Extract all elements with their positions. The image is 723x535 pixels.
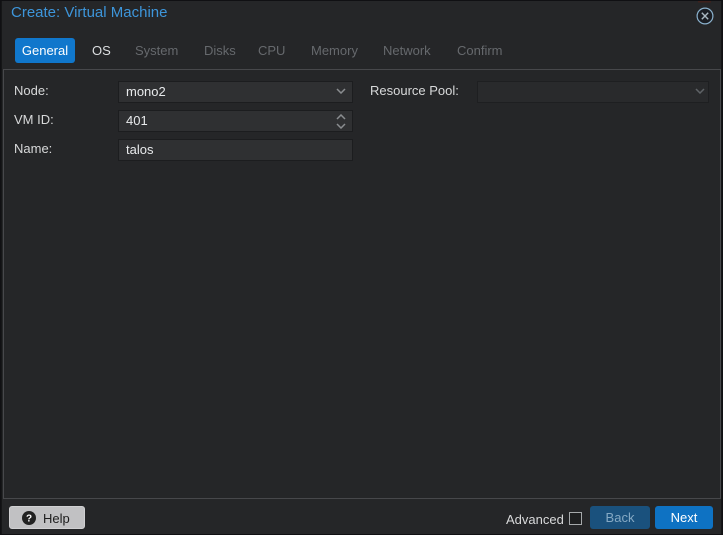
svg-text:?: ?	[26, 514, 32, 525]
